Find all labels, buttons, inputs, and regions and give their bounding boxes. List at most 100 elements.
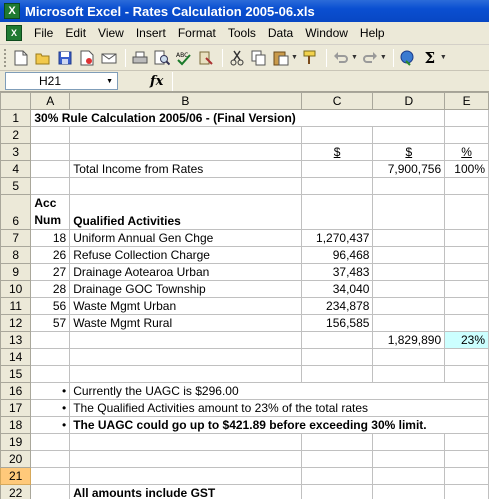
cell[interactable] — [444, 382, 489, 400]
activity-amount-cell[interactable]: 37,483 — [300, 263, 374, 281]
row-header[interactable]: 18 — [0, 416, 32, 434]
activity-amount-cell[interactable]: 96,468 — [300, 246, 374, 264]
column-header-b[interactable]: B — [69, 92, 302, 110]
cell[interactable] — [372, 177, 446, 195]
print-icon[interactable] — [130, 48, 150, 68]
menu-view[interactable]: View — [92, 22, 130, 45]
print-preview-icon[interactable] — [152, 48, 172, 68]
permission-icon[interactable] — [77, 48, 97, 68]
column-header-c[interactable]: C — [300, 92, 374, 110]
cell[interactable] — [444, 177, 489, 195]
new-document-icon[interactable] — [11, 48, 31, 68]
qualified-total-percent[interactable]: 23% — [444, 331, 489, 349]
currency-header-cell[interactable]: $ — [300, 143, 374, 161]
row-header[interactable]: 10 — [0, 280, 32, 298]
cell[interactable] — [30, 433, 71, 451]
name-box[interactable]: H21 ▼ — [5, 72, 118, 90]
cell[interactable] — [69, 467, 302, 485]
note-cell-bold[interactable]: The UAGC could go up to $421.89 before e… — [69, 416, 489, 434]
cell[interactable] — [372, 467, 446, 485]
cell[interactable] — [372, 365, 446, 383]
formula-input[interactable] — [172, 72, 489, 91]
cell[interactable] — [300, 194, 374, 230]
cell[interactable] — [30, 450, 71, 468]
qualified-total-value[interactable]: 1,829,890 — [372, 331, 446, 349]
menu-help[interactable]: Help — [354, 22, 391, 45]
cell[interactable] — [372, 229, 446, 247]
cell[interactable] — [372, 246, 446, 264]
cell[interactable] — [69, 348, 302, 366]
acc-num-header-cell[interactable]: Acc Num — [30, 194, 71, 230]
cell[interactable] — [372, 297, 446, 315]
spelling-icon[interactable]: ABC — [174, 48, 194, 68]
cell[interactable] — [444, 194, 489, 230]
row-header[interactable]: 7 — [0, 229, 32, 247]
cell[interactable] — [300, 450, 374, 468]
cell[interactable] — [444, 433, 489, 451]
row-header[interactable]: 6 — [0, 194, 32, 230]
cell[interactable] — [444, 246, 489, 264]
activity-amount-cell[interactable]: 1,270,437 — [300, 229, 374, 247]
cell[interactable] — [69, 433, 302, 451]
menu-insert[interactable]: Insert — [130, 22, 172, 45]
cell[interactable] — [30, 365, 71, 383]
cell[interactable] — [30, 160, 71, 178]
acc-num-cell[interactable]: 18 — [30, 229, 71, 247]
row-header[interactable]: 9 — [0, 263, 32, 281]
redo-icon[interactable] — [360, 48, 380, 68]
subtotal-line-cell[interactable] — [300, 331, 374, 349]
acc-num-cell[interactable]: 27 — [30, 263, 71, 281]
cell[interactable] — [444, 314, 489, 332]
cell[interactable] — [372, 280, 446, 298]
cell[interactable] — [372, 348, 446, 366]
activity-amount-cell[interactable]: 156,585 — [300, 314, 374, 332]
note-cell[interactable]: Currently the UAGC is $296.00 — [69, 382, 445, 400]
row-header[interactable]: 19 — [0, 433, 32, 451]
paste-icon[interactable] — [271, 48, 291, 68]
acc-num-cell[interactable]: 56 — [30, 297, 71, 315]
activity-name-cell[interactable]: Waste Mgmt Rural — [69, 314, 302, 332]
row-header[interactable]: 2 — [0, 126, 32, 144]
research-icon[interactable] — [196, 48, 216, 68]
cell[interactable] — [444, 467, 489, 485]
row-header[interactable]: 5 — [0, 177, 32, 195]
cell[interactable] — [300, 177, 374, 195]
menu-file[interactable]: File — [28, 22, 59, 45]
cell[interactable] — [30, 331, 71, 349]
autosum-icon[interactable]: Σ — [420, 48, 440, 68]
cell[interactable] — [372, 484, 446, 499]
cell[interactable] — [444, 263, 489, 281]
row-header[interactable]: 13 — [0, 331, 32, 349]
cell[interactable] — [300, 484, 374, 499]
cell[interactable] — [30, 484, 71, 499]
menu-window[interactable]: Window — [299, 22, 354, 45]
title-bar[interactable]: X Microsoft Excel - Rates Calculation 20… — [0, 0, 489, 22]
save-icon[interactable] — [55, 48, 75, 68]
row-header[interactable]: 11 — [0, 297, 32, 315]
row-header[interactable]: 17 — [0, 399, 32, 417]
activity-name-cell[interactable]: Refuse Collection Charge — [69, 246, 302, 264]
sheet-title-cell[interactable]: 30% Rule Calculation 2005/06 - (Final Ve… — [30, 109, 373, 127]
cell[interactable] — [372, 126, 446, 144]
cell[interactable] — [444, 280, 489, 298]
cell[interactable] — [444, 297, 489, 315]
cell[interactable] — [444, 399, 489, 417]
workbook-icon[interactable]: X — [6, 25, 22, 41]
row-header[interactable]: 4 — [0, 160, 32, 178]
row-header[interactable]: 8 — [0, 246, 32, 264]
cell[interactable] — [444, 109, 489, 127]
cell[interactable] — [30, 348, 71, 366]
cut-icon[interactable] — [227, 48, 247, 68]
cell[interactable] — [372, 194, 446, 230]
cell[interactable] — [300, 433, 374, 451]
cell[interactable] — [300, 126, 374, 144]
cell[interactable] — [30, 177, 71, 195]
paste-dropdown-icon[interactable]: ▼ — [291, 54, 298, 61]
row-header[interactable]: 1 — [0, 109, 32, 127]
gst-note-cell[interactable]: All amounts include GST — [69, 484, 302, 499]
cell[interactable] — [30, 467, 71, 485]
cell[interactable] — [300, 160, 374, 178]
cell[interactable] — [69, 143, 302, 161]
open-folder-icon[interactable] — [33, 48, 53, 68]
fx-icon[interactable]: fx — [150, 74, 163, 89]
